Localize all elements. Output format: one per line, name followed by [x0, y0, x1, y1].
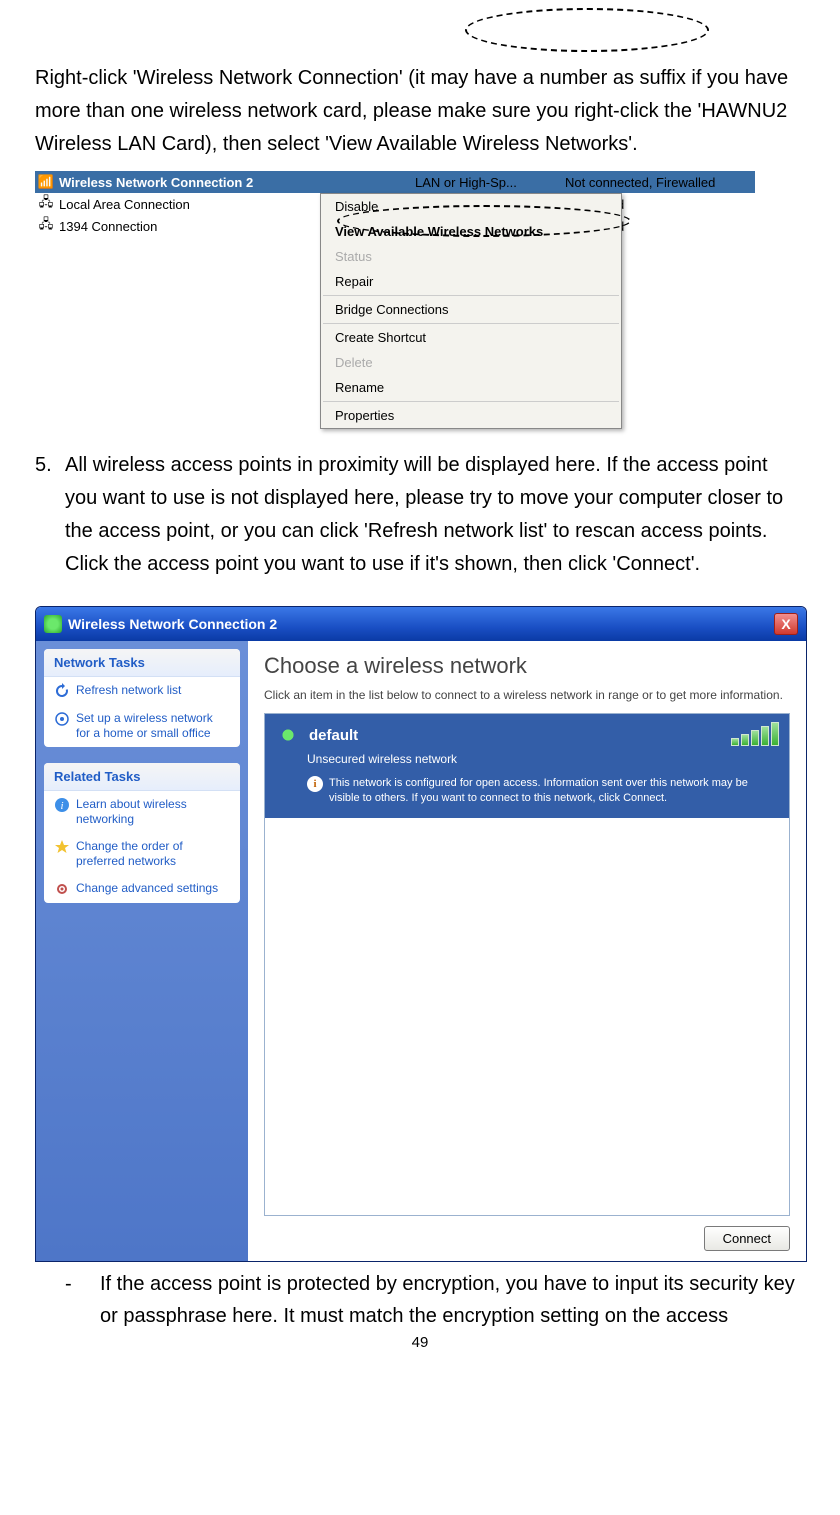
- connection-name: Wireless Network Connection 2: [57, 175, 415, 190]
- warning-icon: i: [307, 776, 323, 792]
- signal-icon: [277, 724, 299, 746]
- lan-icon: 🖧: [35, 193, 57, 215]
- bullet-dash: -: [65, 1268, 100, 1332]
- network-tasks-panel: Network Tasks Refresh network list Set u…: [44, 649, 240, 747]
- signal-bars-icon: [731, 722, 779, 746]
- gear-icon: [54, 881, 70, 897]
- menu-item-shortcut[interactable]: Create Shortcut: [321, 325, 621, 350]
- wireless-icon: 📶: [35, 174, 57, 190]
- connection-row-selected[interactable]: 📶 Wireless Network Connection 2 LAN or H…: [35, 171, 755, 193]
- menu-item-repair[interactable]: Repair: [321, 269, 621, 294]
- firewire-icon: 🖧: [35, 215, 57, 237]
- bullet-item: - If the access point is protected by en…: [35, 1268, 805, 1332]
- sidebar-item-label: Change advanced settings: [76, 881, 218, 897]
- annotation-ellipse-top: [465, 8, 709, 52]
- wireless-icon: [44, 615, 62, 633]
- connection-status: Not connected, Firewalled: [565, 175, 755, 190]
- network-list: default Unsecured wireless network i Thi…: [264, 713, 790, 1216]
- network-warning-text: This network is configured for open acce…: [329, 776, 777, 806]
- page-number: 49: [35, 1334, 805, 1351]
- menu-item-delete: Delete: [321, 350, 621, 375]
- connect-button[interactable]: Connect: [704, 1226, 790, 1251]
- menu-separator: [323, 295, 619, 296]
- sidebar: Network Tasks Refresh network list Set u…: [36, 641, 248, 1261]
- related-tasks-panel: Related Tasks i Learn about wireless net…: [44, 763, 240, 903]
- svg-text:i: i: [60, 800, 63, 812]
- sidebar-item-refresh[interactable]: Refresh network list: [44, 677, 240, 705]
- step-5: 5. All wireless access points in proximi…: [35, 449, 805, 581]
- screenshot-context-menu: 📶 Wireless Network Connection 2 LAN or H…: [35, 171, 755, 429]
- menu-item-disable[interactable]: Disable: [321, 194, 621, 219]
- close-button[interactable]: X: [774, 613, 798, 635]
- dialog-heading: Choose a wireless network: [264, 653, 790, 679]
- refresh-icon: [54, 683, 70, 699]
- dialog-main: Choose a wireless network Click an item …: [248, 641, 806, 1261]
- setup-icon: [54, 711, 70, 727]
- menu-item-properties[interactable]: Properties: [321, 403, 621, 428]
- dialog-hint: Click an item in the list below to conne…: [264, 687, 790, 703]
- sidebar-item-label: Change the order of preferred networks: [76, 839, 230, 869]
- dialog-titlebar: Wireless Network Connection 2 X: [36, 607, 806, 641]
- menu-item-status: Status: [321, 244, 621, 269]
- step-text: All wireless access points in proximity …: [65, 449, 805, 581]
- menu-separator: [323, 323, 619, 324]
- panel-header: Network Tasks: [44, 649, 240, 677]
- bullet-text: If the access point is protected by encr…: [100, 1268, 805, 1332]
- context-menu: Disable View Available Wireless Networks…: [320, 193, 622, 429]
- sidebar-item-order[interactable]: Change the order of preferred networks: [44, 833, 240, 875]
- menu-item-bridge[interactable]: Bridge Connections: [321, 297, 621, 322]
- network-item[interactable]: default Unsecured wireless network i Thi…: [265, 714, 789, 818]
- dialog-title: Wireless Network Connection 2: [68, 616, 774, 632]
- sidebar-item-label: Set up a wireless network for a home or …: [76, 711, 230, 741]
- info-icon: i: [54, 797, 70, 813]
- menu-item-view-networks[interactable]: View Available Wireless Networks: [321, 219, 621, 244]
- network-warning: i This network is configured for open ac…: [307, 776, 777, 806]
- panel-header: Related Tasks: [44, 763, 240, 791]
- sidebar-item-advanced[interactable]: Change advanced settings: [44, 875, 240, 903]
- step-number: 5.: [35, 449, 65, 581]
- paragraph-intro: Right-click 'Wireless Network Connection…: [35, 62, 805, 161]
- sidebar-item-learn[interactable]: i Learn about wireless networking: [44, 791, 240, 833]
- sidebar-item-setup[interactable]: Set up a wireless network for a home or …: [44, 705, 240, 747]
- menu-separator: [323, 401, 619, 402]
- network-security: Unsecured wireless network: [307, 752, 777, 766]
- network-ssid: default: [309, 727, 358, 744]
- screenshot-wireless-dialog: Wireless Network Connection 2 X Network …: [35, 606, 807, 1262]
- sidebar-item-label: Learn about wireless networking: [76, 797, 230, 827]
- star-icon: [54, 839, 70, 855]
- sidebar-item-label: Refresh network list: [76, 683, 181, 699]
- connection-type: LAN or High-Sp...: [415, 175, 565, 190]
- menu-item-rename[interactable]: Rename: [321, 375, 621, 400]
